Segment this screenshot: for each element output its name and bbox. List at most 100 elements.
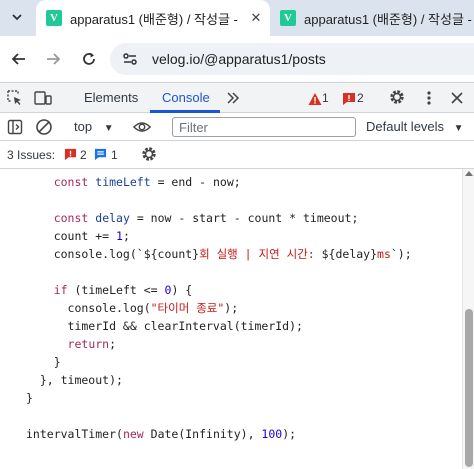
code-token: 100 <box>261 427 283 441</box>
info-message-icon[interactable] <box>94 148 107 161</box>
context-value: top <box>74 119 93 134</box>
scroll-up-arrow-icon[interactable] <box>465 171 473 176</box>
code-line: console.log(`${count}회 실행 | 지연 시간: ${del… <box>26 245 412 263</box>
code-token: = end - now; <box>150 175 241 189</box>
code-line: const delay = now - start - count * time… <box>26 209 412 227</box>
tab-elements[interactable]: Elements <box>84 90 138 105</box>
code-line: count += 1; <box>26 227 412 245</box>
arrow-left-icon <box>11 53 25 65</box>
code-token: const <box>53 211 89 225</box>
browser-tab-active[interactable]: V apparatus1 (배준형) / 작성글 - ✕ <box>36 0 270 36</box>
code-token: new <box>122 427 144 441</box>
close-devtools-icon[interactable] <box>448 89 466 107</box>
code-token: const <box>53 175 89 189</box>
dropdown-arrow-icon: ▼ <box>453 123 464 134</box>
eye-icon[interactable] <box>133 118 151 136</box>
code-token: count += <box>26 229 117 243</box>
clear-console-icon[interactable] <box>35 118 53 136</box>
back-button[interactable] <box>8 48 30 70</box>
code-token: Date(Infinity), <box>143 427 262 441</box>
code-token: ms <box>377 247 391 261</box>
errors-count[interactable]: 1 <box>322 91 329 105</box>
devtools-tab-bar: Elements Console 1 2 <box>0 82 474 113</box>
code-line: timerId && clearInterval(timerId); <box>26 317 412 335</box>
code-token: 회 실행 | 지연 시간: <box>199 247 322 261</box>
code-token: return <box>67 337 110 351</box>
code-token: ); <box>282 427 297 441</box>
code-token: `); <box>390 247 412 261</box>
gear-icon[interactable] <box>388 88 406 106</box>
code-line: }, timeout); <box>26 371 412 389</box>
address-bar[interactable]: velog.io/@apparatus1/posts <box>110 43 474 75</box>
code-line: } <box>26 389 412 407</box>
code-token: if <box>53 283 68 297</box>
filter-input[interactable] <box>173 118 355 136</box>
browser-toolbar: velog.io/@apparatus1/posts <box>0 36 474 82</box>
more-vertical-icon[interactable] <box>420 89 438 107</box>
browser-tab-inactive[interactable]: V apparatus1 (배준형) / 작성글 - <box>270 0 474 36</box>
scrollbar-thumb[interactable] <box>465 309 473 467</box>
issue-flag-icon[interactable] <box>64 148 77 161</box>
code-token: delay <box>95 211 130 225</box>
gear-icon[interactable] <box>140 145 158 163</box>
code-line: } <box>26 353 412 371</box>
velog-favicon-icon: V <box>280 10 296 26</box>
code-token: ) { <box>171 283 193 297</box>
inspect-element-icon[interactable] <box>6 89 24 107</box>
chevron-down-icon <box>12 14 22 21</box>
code-block: const timeLeft = end - now; const delay … <box>26 173 412 443</box>
issue-flag-icon[interactable] <box>340 90 358 108</box>
site-info-icon[interactable] <box>122 51 138 67</box>
code-line: intervalTimer(new Date(Infinity), 100); <box>26 425 412 443</box>
tab-title: apparatus1 (배준형) / 작성글 - <box>304 11 472 27</box>
context-selector[interactable]: top ▼ <box>74 119 114 134</box>
code-token: } <box>26 391 33 405</box>
reload-icon <box>83 52 95 65</box>
issues-label: 3 Issues: <box>7 148 56 162</box>
code-line: console.log("타이머 종료"); <box>26 299 412 317</box>
filter-field[interactable] <box>172 117 356 137</box>
code-token: ; <box>109 337 117 351</box>
tab-search-button[interactable] <box>6 6 28 28</box>
tab-console[interactable]: Console <box>162 90 210 105</box>
code-token: ); <box>224 301 239 315</box>
more-tabs-icon[interactable] <box>224 89 242 107</box>
code-line: const timeLeft = end - now; <box>26 173 412 191</box>
browser-tab-strip: V apparatus1 (배준형) / 작성글 - ✕ V apparatus… <box>0 0 474 36</box>
url-text[interactable]: velog.io/@apparatus1/posts <box>152 51 326 67</box>
issues-count[interactable]: 2 <box>357 91 364 105</box>
forward-button[interactable] <box>42 48 64 70</box>
log-levels-label: Default levels <box>366 119 445 134</box>
code-token: = now - start - count * timeout; <box>129 211 359 225</box>
console-toolbar: top ▼ Default levels ▼ <box>0 113 474 141</box>
console-code-view: const timeLeft = end - now; const delay … <box>0 169 462 469</box>
code-token: ${delay} <box>321 247 378 261</box>
code-token: intervalTimer( <box>26 427 123 441</box>
tab-title: apparatus1 (배준형) / 작성글 - <box>70 11 238 27</box>
issues-error-count[interactable]: 2 <box>80 148 87 162</box>
reload-button[interactable] <box>78 48 100 70</box>
sidebar-toggle-icon[interactable] <box>6 118 24 136</box>
code-line: return; <box>26 335 412 353</box>
log-levels-dropdown[interactable]: Default levels ▼ <box>366 119 464 134</box>
code-line: if (timeLeft <= 0) { <box>26 281 412 299</box>
issues-info-count[interactable]: 1 <box>111 148 118 162</box>
issues-bar: 3 Issues: 2 1 <box>0 141 474 169</box>
code-token: 1 <box>116 229 123 243</box>
code-token: timerId && clearInterval(timerId); <box>26 319 303 333</box>
code-token: console.log( <box>26 301 151 315</box>
velog-favicon-icon: V <box>46 10 62 26</box>
close-icon[interactable]: ✕ <box>248 10 264 26</box>
code-token: ; <box>122 229 130 243</box>
scrollbar[interactable] <box>462 169 474 469</box>
device-toolbar-icon[interactable] <box>34 89 52 107</box>
code-token: console.log(`${count} <box>26 247 200 261</box>
code-token: (timeLeft <= <box>67 283 165 297</box>
